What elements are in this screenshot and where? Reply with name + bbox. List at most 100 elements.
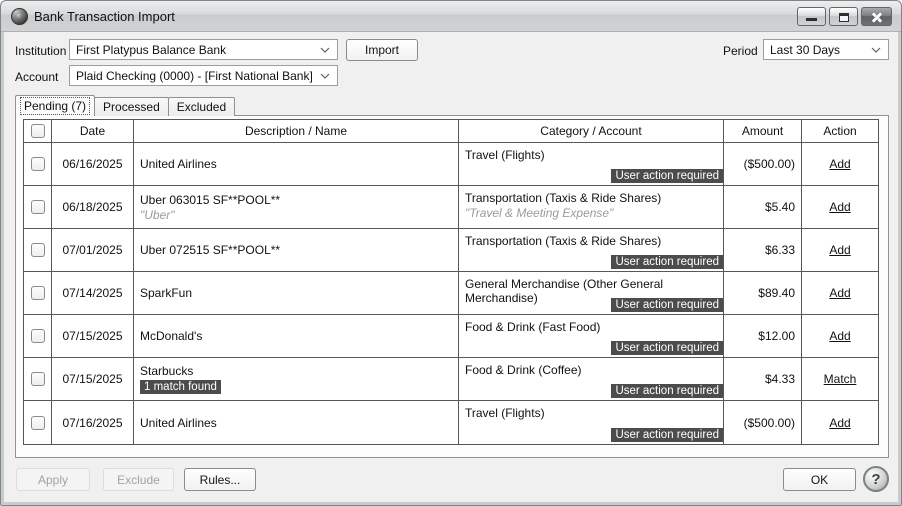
amount-cell: ($500.00) (724, 143, 802, 185)
date-cell: 07/14/2025 (52, 272, 134, 314)
add-link[interactable]: Add (829, 157, 850, 171)
header-action: Action (802, 120, 878, 142)
row-checkbox[interactable] (31, 372, 45, 386)
action-cell: Match (802, 358, 878, 400)
category-cell: Food & Drink (Fast Food) User action req… (459, 315, 724, 357)
category-subtext: "Travel & Meeting Expense" (465, 206, 717, 220)
minimize-icon (806, 18, 817, 21)
close-button[interactable] (861, 7, 892, 26)
table-row: 07/01/2025 Uber 072515 SF**POOL** Transp… (24, 229, 878, 272)
add-link[interactable]: Add (829, 243, 850, 257)
period-label: Period (723, 44, 758, 58)
amount-cell: $5.40 (724, 186, 802, 228)
transactions-table: Date Description / Name Category / Accou… (23, 119, 879, 445)
user-action-required-badge: User action required (611, 298, 723, 312)
category-cell: Travel (Flights) User action required (459, 143, 724, 185)
tab-excluded[interactable]: Excluded (168, 97, 235, 116)
amount-cell: $89.40 (724, 272, 802, 314)
user-action-required-badge: User action required (611, 341, 723, 355)
description-cell: United Airlines (134, 143, 459, 185)
match-found-badge: 1 match found (140, 380, 221, 394)
description-cell: Uber 072515 SF**POOL** (134, 229, 459, 271)
table-row: 07/15/2025 Starbucks 1 match found Food … (24, 358, 878, 401)
action-cell: Add (802, 272, 878, 314)
user-action-required-badge: User action required (611, 428, 723, 442)
user-action-required-badge: User action required (611, 169, 723, 183)
header-description: Description / Name (134, 120, 459, 142)
account-select[interactable]: Plaid Checking (0000) - [First National … (69, 65, 338, 86)
period-value: Last 30 Days (770, 43, 840, 57)
ok-button[interactable]: OK (783, 468, 856, 491)
tab-pending[interactable]: Pending (7) (15, 95, 95, 116)
row-checkbox[interactable] (31, 286, 45, 300)
header-date: Date (52, 120, 134, 142)
date-cell: 07/15/2025 (52, 315, 134, 357)
exclude-button[interactable]: Exclude (103, 468, 174, 491)
chevron-down-icon (871, 47, 881, 54)
maximize-icon (839, 13, 849, 22)
tab-bar: Pending (7) Processed Excluded (15, 95, 234, 116)
header-select-cell (24, 120, 52, 142)
date-cell: 06/16/2025 (52, 143, 134, 185)
description-cell: United Airlines (134, 401, 459, 444)
table-row: 06/16/2025 United Airlines Travel (Fligh… (24, 143, 878, 186)
description-cell: Uber 063015 SF**POOL** "Uber" (134, 186, 459, 228)
action-cell: Add (802, 315, 878, 357)
row-checkbox[interactable] (31, 416, 45, 430)
user-action-required-badge: User action required (611, 255, 723, 269)
app-icon (11, 8, 28, 25)
description-cell: Starbucks 1 match found (134, 358, 459, 400)
action-cell: Add (802, 143, 878, 185)
user-action-required-badge: User action required (611, 384, 723, 398)
chevron-down-icon (320, 47, 330, 54)
window-title: Bank Transaction Import (34, 9, 175, 24)
row-checkbox[interactable] (31, 329, 45, 343)
institution-label: Institution (15, 44, 66, 58)
category-cell: Travel (Flights) User action required (459, 401, 724, 444)
date-cell: 07/16/2025 (52, 401, 134, 444)
action-cell: Add (802, 186, 878, 228)
help-icon[interactable]: ? (863, 466, 889, 492)
match-link[interactable]: Match (824, 372, 857, 386)
apply-button[interactable]: Apply (16, 468, 90, 491)
account-value: Plaid Checking (0000) - [First National … (76, 69, 313, 83)
header-amount: Amount (724, 120, 802, 142)
amount-cell: $12.00 (724, 315, 802, 357)
add-link[interactable]: Add (829, 286, 850, 300)
row-checkbox[interactable] (31, 243, 45, 257)
date-cell: 07/15/2025 (52, 358, 134, 400)
table-row: 07/15/2025 McDonald's Food & Drink (Fast… (24, 315, 878, 358)
window-controls (797, 7, 892, 26)
action-cell: Add (802, 401, 878, 444)
table-row: 07/14/2025 SparkFun General Merchandise … (24, 272, 878, 315)
date-cell: 07/01/2025 (52, 229, 134, 271)
table-row: 07/16/2025 United Airlines Travel (Fligh… (24, 401, 878, 444)
row-checkbox[interactable] (31, 200, 45, 214)
add-link[interactable]: Add (829, 200, 850, 214)
add-link[interactable]: Add (829, 416, 850, 430)
description-cell: McDonald's (134, 315, 459, 357)
title-bar: Bank Transaction Import (1, 1, 901, 32)
action-cell: Add (802, 229, 878, 271)
description-subtext: "Uber" (140, 208, 458, 222)
rules-button[interactable]: Rules... (184, 468, 256, 491)
tab-processed[interactable]: Processed (94, 97, 169, 116)
import-button[interactable]: Import (346, 39, 418, 61)
period-select[interactable]: Last 30 Days (763, 39, 889, 60)
table-row: 06/18/2025 Uber 063015 SF**POOL** "Uber"… (24, 186, 878, 229)
row-checkbox[interactable] (31, 157, 45, 171)
amount-cell: ($500.00) (724, 401, 802, 444)
header-category: Category / Account (459, 120, 724, 142)
minimize-button[interactable] (797, 7, 826, 26)
account-label: Account (15, 70, 58, 84)
table-header-row: Date Description / Name Category / Accou… (24, 120, 878, 143)
pending-tab-page: Date Description / Name Category / Accou… (15, 115, 889, 458)
institution-select[interactable]: First Platypus Balance Bank (69, 39, 338, 60)
category-cell: Food & Drink (Coffee) User action requir… (459, 358, 724, 400)
amount-cell: $4.33 (724, 358, 802, 400)
select-all-checkbox[interactable] (31, 124, 45, 138)
category-cell: Transportation (Taxis & Ride Shares) "Tr… (459, 186, 724, 228)
add-link[interactable]: Add (829, 329, 850, 343)
date-cell: 06/18/2025 (52, 186, 134, 228)
maximize-button[interactable] (829, 7, 858, 26)
